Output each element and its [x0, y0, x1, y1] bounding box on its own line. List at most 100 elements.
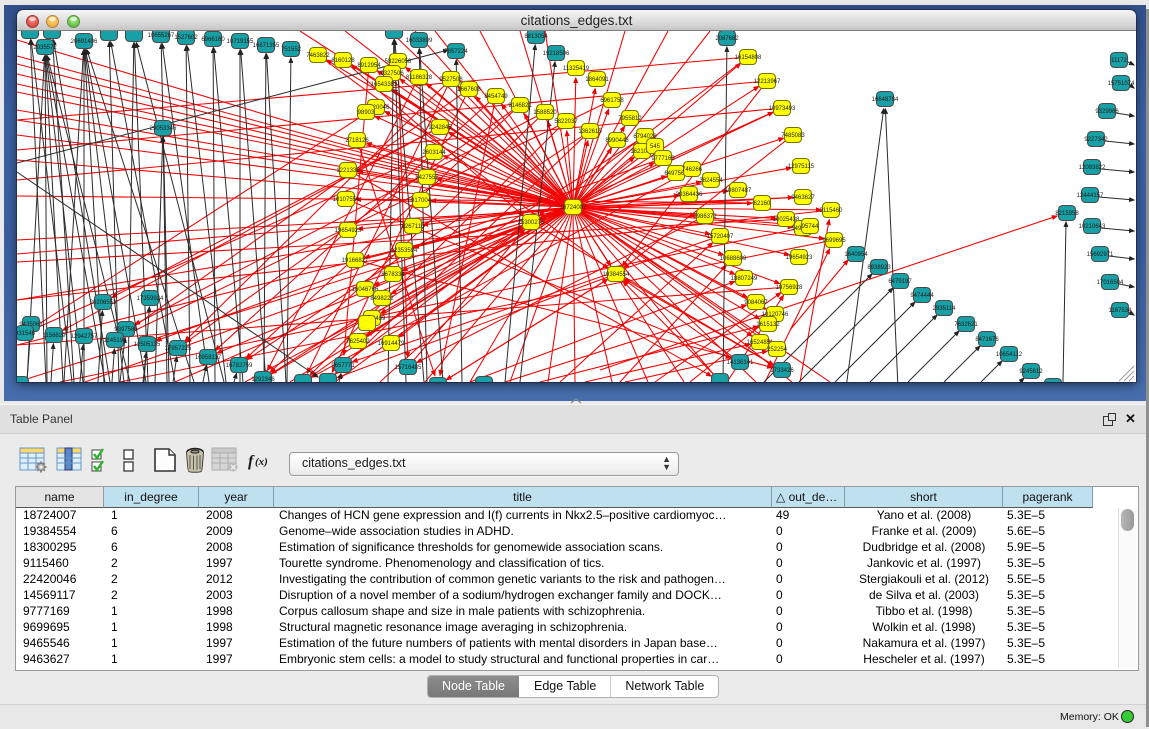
svg-text:2935114: 2935114: [933, 306, 957, 312]
svg-text:9146821: 9146821: [508, 103, 532, 109]
svg-text:1292346: 1292346: [251, 377, 275, 382]
svg-text:12444157: 12444157: [1077, 193, 1104, 199]
svg-text:746266: 746266: [682, 167, 703, 173]
svg-text:10210643: 10210643: [1079, 224, 1106, 230]
svg-text:11172: 11172: [1111, 58, 1127, 64]
svg-text:2667608: 2667608: [457, 87, 481, 93]
svg-text:8454749: 8454749: [484, 94, 508, 100]
svg-text:252254: 252254: [767, 347, 788, 353]
svg-text:1864091: 1864091: [585, 77, 609, 83]
svg-text:19218506: 19218506: [543, 51, 570, 57]
svg-text:9463627: 9463627: [791, 195, 815, 201]
svg-text:20364436: 20364436: [676, 192, 703, 198]
svg-text:8813054: 8813054: [524, 34, 548, 40]
svg-text:16914479: 16914479: [378, 341, 405, 347]
svg-text:1588520: 1588520: [533, 110, 557, 116]
svg-text:15692971: 15692971: [1087, 252, 1114, 258]
svg-text:9084067: 9084067: [744, 300, 768, 306]
svg-text:6479197: 6479197: [888, 279, 912, 285]
svg-text:18724007: 18724007: [560, 205, 587, 211]
svg-text:9242845: 9242845: [428, 125, 452, 131]
svg-text:19654923: 19654923: [335, 228, 362, 234]
svg-text:20206553: 20206553: [90, 300, 117, 306]
svg-text:20691406: 20691406: [71, 39, 98, 45]
svg-text:10973493: 10973493: [769, 106, 796, 112]
svg-text:10807487: 10807487: [725, 188, 752, 194]
svg-text:58226058: 58226058: [385, 59, 412, 65]
svg-text:7857224: 7857224: [444, 49, 468, 55]
svg-text:9699695: 9699695: [822, 238, 846, 244]
svg-text:12093822: 12093822: [1079, 165, 1106, 171]
svg-text:19756928: 19756928: [776, 285, 803, 291]
svg-text:14136141: 14136141: [727, 360, 754, 366]
svg-text:81186328: 81186328: [406, 75, 433, 81]
svg-text:16033809: 16033809: [406, 38, 433, 44]
svg-text:16782759: 16782759: [226, 363, 253, 369]
svg-text:16154808: 16154808: [735, 55, 762, 61]
svg-text:7632621: 7632621: [954, 322, 978, 328]
svg-text:10958117: 10958117: [195, 355, 222, 361]
svg-text:1167534: 1167534: [1109, 308, 1133, 314]
svg-text:9527508: 9527508: [439, 77, 463, 83]
svg-text:8678334: 8678334: [381, 272, 405, 278]
svg-text:10107554: 10107554: [333, 197, 360, 203]
svg-text:8471676: 8471676: [975, 337, 999, 343]
svg-text:16543382: 16543382: [371, 82, 398, 88]
svg-text:19384554: 19384554: [603, 272, 630, 278]
svg-text:10719155: 10719155: [227, 39, 254, 45]
svg-text:6966160: 6966160: [201, 37, 225, 43]
svg-text:931546: 931546: [17, 331, 36, 337]
svg-text:16648784: 16648784: [872, 97, 899, 103]
svg-text:16671355: 16671355: [253, 43, 280, 49]
svg-text:95744: 95744: [802, 224, 819, 230]
svg-text:11325419: 11325419: [563, 66, 590, 72]
svg-text:8160128: 8160128: [331, 58, 355, 64]
svg-text:25300275: 25300275: [518, 220, 545, 226]
svg-text:1733426: 1733426: [770, 368, 794, 374]
svg-text:6961758: 6961758: [600, 98, 624, 104]
svg-text:7485083: 7485083: [781, 133, 805, 139]
svg-text:2035572: 2035572: [33, 45, 57, 51]
svg-text:1221338: 1221338: [336, 168, 360, 174]
svg-text:12942757: 12942757: [71, 334, 98, 340]
svg-text:7986372: 7986372: [693, 214, 717, 220]
svg-text:8427552: 8427552: [415, 175, 439, 181]
svg-text:2718126: 2718126: [345, 138, 369, 144]
svg-text:15716485: 15716485: [395, 365, 422, 371]
svg-text:10655267: 10655267: [148, 33, 175, 39]
svg-text:1156829: 1156829: [43, 333, 67, 339]
svg-text:62160: 62160: [754, 201, 771, 207]
svg-text:12353594: 12353594: [391, 248, 418, 254]
svg-text:917004: 917004: [411, 198, 432, 204]
svg-text:3824554: 3824554: [699, 178, 723, 184]
svg-text:1362615: 1362615: [578, 129, 602, 135]
svg-text:f: f: [248, 453, 255, 470]
svg-text:12505135: 12505135: [134, 342, 161, 348]
svg-text:9657771: 9657771: [331, 363, 355, 369]
svg-text:15720407: 15720407: [707, 234, 734, 240]
svg-text:17016504: 17016504: [1097, 280, 1124, 286]
svg-text:8912954: 8912954: [357, 63, 381, 69]
svg-text:8267110: 8267110: [402, 224, 426, 230]
svg-text:8498222: 8498222: [370, 296, 394, 302]
svg-text:29053346: 29053346: [150, 126, 177, 132]
svg-text:9329966: 9329966: [1095, 109, 1119, 115]
svg-text:12975115: 12975115: [788, 164, 815, 170]
svg-text:1145194: 1145194: [104, 338, 128, 344]
svg-text:2603144: 2603144: [422, 150, 446, 156]
svg-text:545: 545: [650, 144, 661, 150]
svg-text:9227342: 9227342: [1084, 137, 1108, 143]
svg-text:7625402: 7625402: [346, 339, 370, 345]
svg-text:17957225: 17957225: [165, 346, 192, 352]
svg-text:1527602: 1527602: [174, 35, 198, 41]
svg-text:5822037: 5822037: [554, 119, 578, 125]
svg-text:10688609: 10688609: [720, 256, 747, 262]
svg-text:1640954: 1640954: [844, 252, 868, 258]
svg-text:7955812: 7955812: [618, 116, 642, 122]
svg-text:98903: 98903: [358, 110, 375, 116]
svg-text:751552: 751552: [281, 47, 302, 53]
svg-text:9245612: 9245612: [1019, 369, 1043, 375]
svg-text:8938923: 8938923: [867, 265, 891, 271]
svg-text:8990448: 8990448: [605, 138, 629, 144]
svg-text:9115460: 9115460: [820, 208, 844, 214]
